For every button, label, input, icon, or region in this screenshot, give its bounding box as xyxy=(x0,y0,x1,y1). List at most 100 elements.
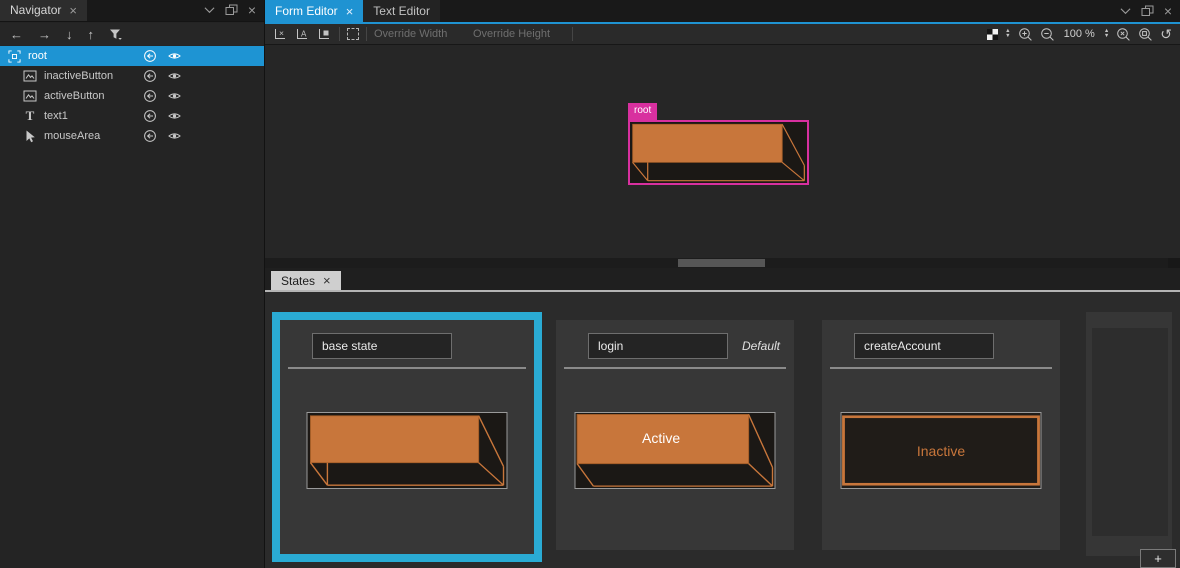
tab-states-label: States xyxy=(281,274,315,288)
canvas-horizontal-scrollbar[interactable] xyxy=(265,258,1168,268)
zoom-fit-icon[interactable] xyxy=(1138,27,1153,42)
tree-item-inactivebutton[interactable]: inactiveButton xyxy=(0,66,264,86)
state-name-input[interactable] xyxy=(588,333,728,359)
navigator-toolbar: ← → ↓ ↑ xyxy=(0,23,264,45)
reset-view-icon[interactable]: ↺ xyxy=(1160,27,1172,41)
state-cell-base[interactable] xyxy=(280,320,534,554)
form-editor-toolbar: × A ▲▼ 100 % ▲▼ ↺ xyxy=(265,24,1180,45)
form-editor-panel: Form Editor × Text Editor × × A xyxy=(265,0,1180,268)
move-down-icon[interactable]: ↓ xyxy=(66,28,73,41)
close-icon[interactable]: × xyxy=(69,4,77,17)
tree-item-label: text1 xyxy=(44,110,68,122)
button-inactive-label: Inactive xyxy=(842,413,1041,488)
states-tabbar: States × xyxy=(265,268,1180,290)
override-width-input[interactable] xyxy=(374,26,466,42)
tree-item-label: inactiveButton xyxy=(44,70,113,82)
button-3d-artwork xyxy=(308,413,507,488)
eye-icon[interactable] xyxy=(168,71,181,81)
state-cell-divider xyxy=(830,367,1052,369)
state-cell-divider xyxy=(288,367,526,369)
default-state-badge: Default xyxy=(742,339,780,353)
export-icon[interactable] xyxy=(143,69,157,83)
tree-item-mousearea[interactable]: mouseArea xyxy=(0,126,264,146)
close-icon[interactable]: × xyxy=(346,5,354,18)
export-icon[interactable] xyxy=(143,49,157,63)
filter-icon[interactable] xyxy=(109,28,123,41)
zoom-level-value: 100 % xyxy=(1062,28,1097,40)
scrollbar-corner xyxy=(1168,258,1180,268)
add-state-button[interactable]: + xyxy=(1140,549,1176,568)
chevron-down-icon[interactable] xyxy=(1120,7,1131,15)
close-panel-icon[interactable]: × xyxy=(248,2,256,18)
tab-navigator-label: Navigator xyxy=(10,3,61,17)
undock-icon[interactable] xyxy=(225,4,238,16)
show-bounding-rects-icon[interactable] xyxy=(347,28,359,40)
border-image-item-icon xyxy=(22,90,38,102)
move-up-icon[interactable]: ↑ xyxy=(88,28,95,41)
close-icon[interactable]: × xyxy=(323,274,331,287)
state-selection-border xyxy=(272,312,542,562)
state-preview-createaccount[interactable]: Inactive xyxy=(841,412,1042,489)
forward-icon[interactable]: → xyxy=(38,28,51,41)
horizontal-scroll-handle[interactable] xyxy=(678,259,765,267)
tab-states[interactable]: States × xyxy=(271,271,341,290)
close-panel-icon[interactable]: × xyxy=(1164,3,1172,19)
navigator-panel: Navigator × × ← → ↓ ↑ root xyxy=(0,0,265,568)
editor-tabbar: Form Editor × Text Editor × xyxy=(265,0,1180,22)
canvas-color-stepper[interactable]: ▲▼ xyxy=(1005,29,1010,38)
plus-icon: + xyxy=(1154,551,1162,566)
state-cell-createaccount[interactable]: Inactive xyxy=(822,320,1060,550)
tree-item-activebutton[interactable]: activeButton xyxy=(0,86,264,106)
override-height-input[interactable] xyxy=(473,26,565,42)
tab-navigator[interactable]: Navigator × xyxy=(0,0,87,21)
tab-form-editor[interactable]: Form Editor × xyxy=(265,0,363,22)
frame-item-icon xyxy=(6,50,22,63)
button-active-label: Active xyxy=(576,413,747,463)
selection-label: root xyxy=(628,103,657,120)
zoom-level-stepper[interactable]: ▲▼ xyxy=(1104,29,1109,38)
state-cell-divider xyxy=(564,367,786,369)
zoom-in-icon[interactable] xyxy=(1018,27,1033,42)
state-preview-base[interactable] xyxy=(307,412,508,489)
tree-item-label: activeButton xyxy=(44,90,105,102)
no-snapping-icon[interactable]: × xyxy=(273,27,288,41)
export-icon[interactable] xyxy=(143,109,157,123)
tree-item-text1[interactable]: T text1 xyxy=(0,106,264,126)
text-item-icon: T xyxy=(22,108,38,124)
canvas-root-item[interactable] xyxy=(628,120,809,185)
border-image-item-icon xyxy=(22,70,38,82)
state-name-input[interactable] xyxy=(854,333,994,359)
export-icon[interactable] xyxy=(143,129,157,143)
navigator-tabbar: Navigator × × xyxy=(0,0,264,22)
qt-design-studio-window: Navigator × × ← → ↓ ↑ root xyxy=(0,0,1180,568)
state-cell-login[interactable]: Default Active xyxy=(556,320,794,550)
svg-text:×: × xyxy=(279,28,284,38)
tree-item-label: mouseArea xyxy=(44,130,100,142)
canvas-color-icon[interactable] xyxy=(987,29,998,40)
state-preview-login[interactable]: Active xyxy=(575,412,776,489)
eye-icon[interactable] xyxy=(168,51,181,61)
tab-form-editor-label: Form Editor xyxy=(275,4,338,18)
navigator-tree: root inactiveButton activeButton xyxy=(0,46,264,146)
undock-icon[interactable] xyxy=(1141,5,1154,17)
snap-anchors-icon[interactable]: A xyxy=(295,27,310,41)
eye-icon[interactable] xyxy=(168,111,181,121)
tree-item-root[interactable]: root xyxy=(0,46,264,66)
states-list: Default Active xyxy=(265,292,1180,568)
zoom-selection-icon[interactable] xyxy=(1116,27,1131,42)
zoom-out-icon[interactable] xyxy=(1040,27,1055,42)
button-3d-artwork xyxy=(630,122,807,183)
cursor-item-icon xyxy=(22,130,38,143)
snap-items-icon[interactable] xyxy=(317,27,332,41)
export-icon[interactable] xyxy=(143,89,157,103)
form-editor-canvas[interactable]: root xyxy=(265,45,1168,258)
eye-icon[interactable] xyxy=(168,91,181,101)
tab-text-editor-label: Text Editor xyxy=(373,4,430,18)
state-name-input[interactable] xyxy=(312,333,452,359)
eye-icon[interactable] xyxy=(168,131,181,141)
svg-text:A: A xyxy=(301,30,307,39)
states-panel: States × xyxy=(265,268,1180,568)
back-icon[interactable]: ← xyxy=(10,28,23,41)
tab-text-editor[interactable]: Text Editor xyxy=(363,0,440,22)
chevron-down-icon[interactable] xyxy=(204,6,215,14)
